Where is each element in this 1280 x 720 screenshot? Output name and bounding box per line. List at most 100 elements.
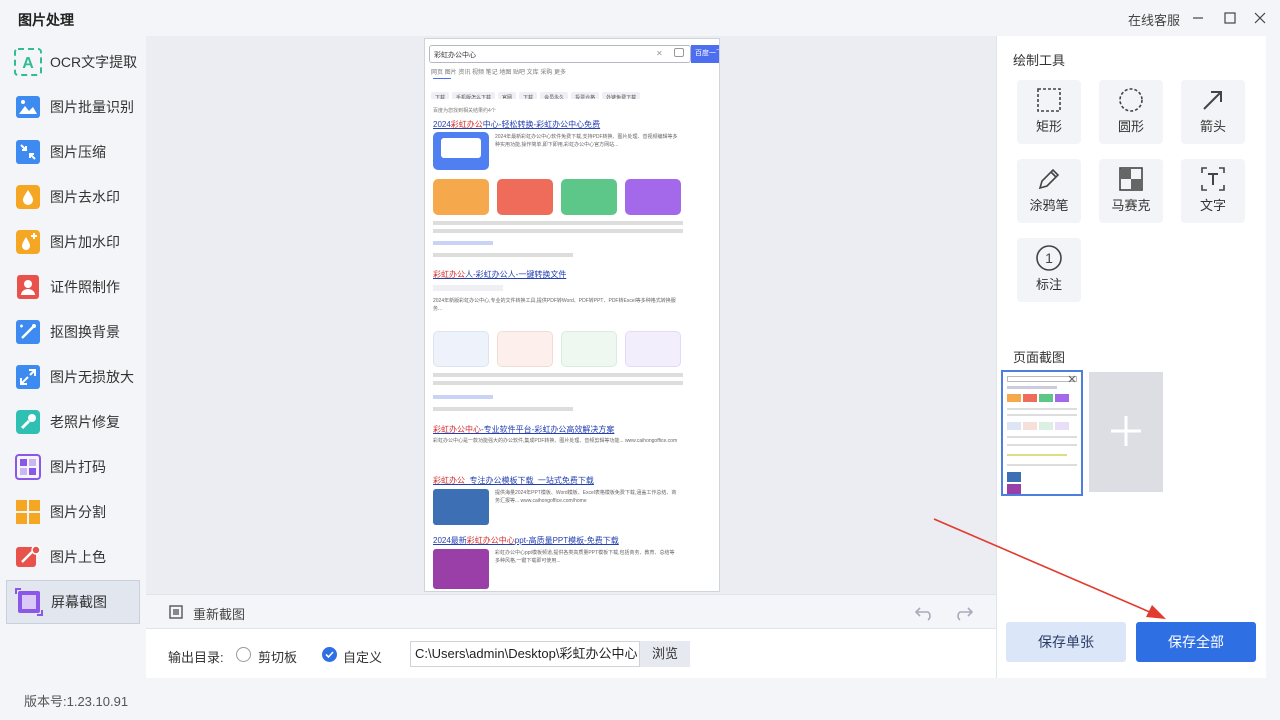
preview-tag	[433, 285, 503, 291]
preview-chip: 外链免费下载	[602, 92, 641, 99]
screenshot-preview: 彩虹办公中心 ✕ 百度一下 网页 图片 资讯 视频 笔记 地图 贴吧 文库 采购…	[424, 38, 720, 592]
tool-number-marker[interactable]: 1 标注	[1017, 238, 1081, 302]
minimize-button[interactable]	[1188, 8, 1208, 28]
recapture-button[interactable]: 重新截图	[193, 604, 245, 623]
output-dir-label: 输出目录:	[168, 650, 224, 665]
preview-card	[497, 331, 553, 367]
preview-text-line	[433, 395, 493, 399]
online-service-link[interactable]: 在线客服	[1128, 10, 1180, 29]
sidebar-item-screenshot[interactable]: 屏幕截图	[6, 580, 140, 624]
radio-clipboard[interactable]	[236, 647, 251, 662]
maximize-button[interactable]	[1220, 8, 1240, 28]
recapture-icon[interactable]	[168, 604, 184, 620]
sidebar-item-ocr[interactable]: A OCR文字提取	[6, 40, 140, 84]
tool-circle[interactable]: 圆形	[1099, 80, 1163, 144]
preview-chip: 官网	[498, 92, 517, 99]
preview-result-count: 百度为您找到相关结果约4个	[433, 108, 496, 114]
preview-search-box: 彩虹办公中心 ✕	[429, 45, 691, 63]
pen-icon	[1017, 165, 1081, 193]
preview-result-desc: 提供海量2024年PPT模板、Word模板、Excel表格模板免费下载,涵盖工作…	[495, 490, 677, 504]
split-icon	[14, 498, 42, 526]
preview-text-line	[433, 381, 683, 385]
preview-text-line	[433, 241, 493, 245]
sidebar-item-split[interactable]: 图片分割	[6, 490, 140, 534]
sidebar-item-mosaic[interactable]: 图片打码	[6, 445, 140, 489]
preview-card	[561, 331, 617, 367]
sidebar-item-colorize[interactable]: 图片上色	[6, 535, 140, 579]
text-icon	[1181, 165, 1245, 193]
preview-search-query: 彩虹办公中心	[434, 52, 476, 59]
preview-chip: 下载	[431, 92, 450, 99]
delete-screenshot-icon[interactable]	[1067, 374, 1077, 384]
sidebar-item-cutout[interactable]: 抠图换背景	[6, 310, 140, 354]
svg-text:A: A	[22, 55, 34, 72]
sidebar-item-compress[interactable]: 图片压缩	[6, 130, 140, 174]
preview-card	[497, 179, 553, 215]
preview-thumb	[433, 132, 489, 170]
radio-custom[interactable]	[322, 647, 337, 662]
custom-option-label[interactable]: 自定义	[343, 647, 382, 666]
image-batch-icon	[14, 93, 42, 121]
close-icon	[1254, 12, 1266, 24]
tool-label: 圆形	[1117, 119, 1144, 134]
tool-label: 箭头	[1199, 119, 1226, 134]
output-path-input[interactable]: C:\Users\admin\Desktop\彩虹办公中心	[410, 641, 640, 667]
svg-text:1: 1	[1045, 250, 1053, 266]
redo-icon[interactable]	[952, 603, 974, 621]
clear-icon: ✕	[656, 49, 663, 58]
preview-chip: 下载	[519, 92, 538, 99]
preview-tab-underline	[433, 78, 451, 79]
preview-result-desc: 彩虹办公中心ppt模板频道,提供各类高质量PPT模板下载,包括商务、教育、总结等…	[495, 550, 675, 564]
arrow-icon	[1181, 86, 1245, 114]
undo-icon[interactable]	[914, 603, 936, 621]
mosaic-tool-icon	[1099, 165, 1163, 193]
sidebar-item-photo-repair[interactable]: 老照片修复	[6, 400, 140, 444]
preview-text-line	[433, 229, 683, 233]
sidebar-item-label: 证件照制作	[50, 279, 120, 295]
preview-result-title: 2024最新彩虹办公中心ppt-高质量PPT模板-免费下载	[433, 536, 619, 545]
preview-result-desc: 2024年新版彩虹办公中心,专业的文件转换工具,提供PDF转Word、PDF转P…	[433, 298, 676, 312]
preview-thumb	[433, 549, 489, 589]
screenshot-thumbnail[interactable]	[1001, 370, 1083, 496]
sidebar-item-remove-watermark[interactable]: 图片去水印	[6, 175, 140, 219]
preview-chips: 下载 手机版怎么下载 官网 下载 会员永久 投票合格 外链免费下载	[431, 87, 719, 99]
preview-chip: 会员永久	[540, 92, 569, 99]
tool-label: 涂鸦笔	[1029, 198, 1069, 213]
sidebar-item-label: 图片分割	[50, 504, 106, 520]
preview-toolbar: 重新截图	[146, 594, 996, 628]
save-all-button[interactable]: 保存全部	[1136, 622, 1256, 662]
sidebar-item-enlarge[interactable]: 图片无损放大	[6, 355, 140, 399]
screenshot-icon	[15, 588, 43, 616]
tool-pen[interactable]: 涂鸦笔	[1017, 159, 1081, 223]
title-bar: 图片处理 在线客服	[0, 0, 1280, 36]
sidebar-item-image-batch[interactable]: 图片批量识别	[6, 85, 140, 129]
preview-search-button: 百度一下	[691, 45, 719, 63]
preview-card	[433, 179, 489, 215]
enlarge-icon	[14, 363, 42, 391]
browse-button[interactable]: 浏览	[640, 641, 690, 667]
tool-arrow[interactable]: 箭头	[1181, 80, 1245, 144]
close-button[interactable]	[1250, 8, 1270, 28]
save-single-button[interactable]: 保存单张	[1006, 622, 1126, 662]
output-settings: 输出目录: 剪切板 自定义 C:\Users\admin\Desktop\彩虹办…	[146, 628, 996, 678]
number-marker-icon: 1	[1017, 244, 1081, 272]
clipboard-option-label[interactable]: 剪切板	[258, 647, 297, 666]
add-screenshot-button[interactable]	[1089, 372, 1163, 492]
sidebar-item-label: 老照片修复	[50, 414, 120, 430]
app-title: 图片处理	[18, 12, 74, 28]
tool-rectangle[interactable]: 矩形	[1017, 80, 1081, 144]
sidebar-item-label: 屏幕截图	[51, 594, 107, 610]
tool-text[interactable]: 文字	[1181, 159, 1245, 223]
id-photo-icon	[14, 273, 42, 301]
sidebar-item-label: 图片打码	[50, 459, 106, 475]
tool-mosaic-tool[interactable]: 马赛克	[1099, 159, 1163, 223]
tool-label: 文字	[1199, 198, 1226, 213]
sidebar-item-id-photo[interactable]: 证件照制作	[6, 265, 140, 309]
sidebar-item-label: 图片批量识别	[50, 99, 134, 115]
preview-card	[625, 331, 681, 367]
preview-result-desc: 彩虹办公中心是一款功能强大的办公软件,集成PDF转换、图片处理、音频剪辑等功能.…	[433, 438, 678, 444]
preview-chip: 投票合格	[571, 92, 600, 99]
minimize-icon	[1193, 17, 1203, 19]
tool-label: 标注	[1035, 277, 1062, 292]
sidebar-item-add-watermark[interactable]: 图片加水印	[6, 220, 140, 264]
